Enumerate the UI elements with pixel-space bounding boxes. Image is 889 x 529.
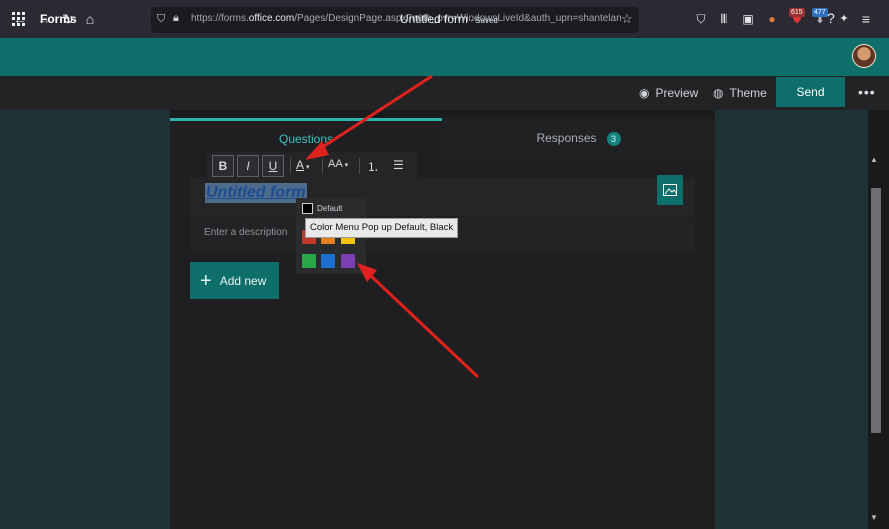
more-options-icon[interactable]: ••• xyxy=(858,84,876,100)
header-title-text: Untitled form xyxy=(400,12,469,26)
color-swatch-purple[interactable] xyxy=(341,254,355,268)
bookmark-star-icon[interactable]: ☆ xyxy=(621,11,633,27)
toolbar-divider xyxy=(290,158,291,174)
insert-image-button[interactable] xyxy=(657,175,683,205)
canvas-background-right xyxy=(715,110,868,529)
home-icon[interactable]: ⌂ xyxy=(82,11,98,27)
tab-questions-label: Questions xyxy=(278,132,334,146)
lock-icon: 🔒︎ xyxy=(173,12,179,24)
color-swatch-green[interactable] xyxy=(302,254,316,268)
font-size-icon: AA xyxy=(328,158,343,170)
add-new-button[interactable]: + Add new xyxy=(190,262,279,299)
download-badge: 477 xyxy=(812,8,828,17)
app-header xyxy=(0,38,889,76)
eye-icon: ◉ xyxy=(639,86,650,100)
app-launcher-icon[interactable] xyxy=(12,12,26,26)
theme-label: Theme xyxy=(729,86,767,100)
theme-button[interactable]: ◍ Theme xyxy=(713,86,767,100)
form-title-input[interactable]: Untitled form xyxy=(205,183,307,203)
library-icon[interactable]: 𝄃𝄃 xyxy=(716,11,732,27)
palette-icon: ◍ xyxy=(713,86,724,100)
sidebar-icon[interactable]: ▣ xyxy=(740,11,756,27)
scroll-up-icon[interactable]: ▲ xyxy=(870,155,878,164)
save-status: - Saved xyxy=(468,16,498,25)
default-color-option[interactable]: Default xyxy=(302,203,342,214)
description-input[interactable]: Enter a description xyxy=(204,227,287,238)
italic-button[interactable]: I xyxy=(237,155,259,177)
add-new-label: Add new xyxy=(219,273,267,288)
avatar[interactable] xyxy=(852,44,876,68)
scroll-down-icon[interactable]: ▼ xyxy=(870,513,878,522)
default-color-swatch xyxy=(302,203,313,214)
responses-count-badge: 3 xyxy=(606,132,621,146)
shield-icon: ⛉ xyxy=(157,13,166,25)
pocket-icon[interactable]: ⛉ xyxy=(693,11,709,27)
color-swatch-blue[interactable] xyxy=(321,254,335,268)
chevron-down-icon: ▾ xyxy=(304,164,310,171)
address-bar[interactable]: ⛉ 🔒︎ https://forms.office.com/Pages/Desi… xyxy=(151,7,639,33)
tab-responses[interactable]: Responses 3 xyxy=(442,121,715,160)
color-menu-tooltip: Color Menu Pop up Default, Black xyxy=(305,218,459,238)
ublock-badge: 615 xyxy=(789,8,805,17)
font-color-icon: A xyxy=(296,158,305,172)
menu-icon[interactable]: ≡ xyxy=(858,11,874,27)
help-icon[interactable]: ? xyxy=(827,10,835,26)
toolbar-divider xyxy=(322,158,323,174)
scrollbar-thumb[interactable] xyxy=(871,188,881,433)
font-size-button[interactable]: AA ▾ xyxy=(328,158,348,170)
image-icon xyxy=(663,184,677,196)
underline-button[interactable]: U xyxy=(262,155,284,177)
format-toolbar: B I U A ▾ AA ▾ ⒈ ☰ xyxy=(207,152,417,180)
toolbar-divider xyxy=(359,158,360,174)
bullet-list-icon[interactable]: ☰ xyxy=(393,158,404,172)
plus-icon: + xyxy=(200,269,212,292)
extension-icon[interactable]: ● xyxy=(764,11,780,27)
preview-button[interactable]: ◉ Preview xyxy=(639,86,698,100)
default-color-label: Default xyxy=(317,204,343,213)
tab-responses-label: Responses xyxy=(536,131,597,145)
canvas-background-left xyxy=(0,110,170,529)
bold-button[interactable]: B xyxy=(212,155,234,177)
send-button[interactable]: Send xyxy=(776,77,845,107)
extension-puzzle-icon[interactable]: ✦ xyxy=(836,11,852,27)
header-form-title: Untitled form - Saved xyxy=(400,12,498,26)
numbered-list-icon[interactable]: ⒈ xyxy=(367,158,379,175)
chevron-down-icon: ▾ xyxy=(342,162,349,169)
font-color-button[interactable]: A ▾ xyxy=(296,158,309,172)
app-name[interactable]: Forms xyxy=(40,12,77,26)
preview-label: Preview xyxy=(655,86,699,100)
